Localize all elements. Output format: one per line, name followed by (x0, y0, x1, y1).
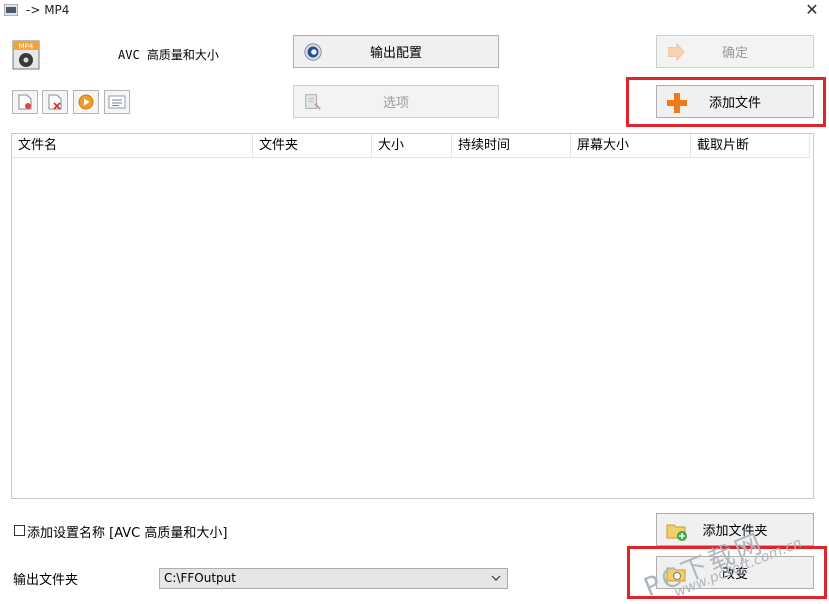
gear-icon (304, 43, 322, 61)
options-button[interactable]: 选项 (293, 85, 499, 118)
clear-button[interactable] (42, 90, 68, 114)
title-bar: -> MP4 ✕ (0, 0, 829, 24)
info-button[interactable] (104, 90, 130, 114)
info-icon (108, 95, 126, 109)
column-header-screen-size[interactable]: 屏幕大小 (571, 134, 691, 158)
ok-button[interactable]: 确定 (656, 35, 814, 68)
column-header-clip[interactable]: 截取片断 (691, 134, 810, 158)
column-header-folder[interactable]: 文件夹 (253, 134, 372, 158)
remove-button[interactable] (12, 90, 38, 114)
ok-label: 确定 (721, 46, 748, 61)
folder-open-icon (666, 567, 686, 582)
options-label: 选项 (382, 96, 409, 111)
output-folder-label: 输出文件夹 (13, 573, 79, 588)
window-title: -> MP4 (26, 3, 70, 17)
output-config-button[interactable]: 输出配置 (293, 35, 499, 68)
add-setting-name-checkbox[interactable] (14, 525, 25, 536)
column-header-filename[interactable]: 文件名 (12, 134, 253, 158)
output-folder-value: C:\FFOutput (164, 571, 236, 585)
chevron-down-icon (491, 575, 501, 581)
column-header-size[interactable]: 大小 (372, 134, 452, 158)
play-button[interactable] (73, 90, 99, 114)
svg-text:MP4: MP4 (19, 43, 34, 51)
add-file-label: 添加文件 (708, 96, 761, 111)
add-folder-button[interactable]: 添加文件夹 (656, 513, 814, 546)
output-folder-select[interactable]: C:\FFOutput (159, 568, 508, 589)
app-icon (4, 4, 18, 16)
arrow-right-icon (668, 42, 685, 62)
change-label: 改变 (721, 567, 748, 582)
profile-label: AVC 高质量和大小 (118, 48, 219, 62)
output-config-label: 输出配置 (369, 46, 422, 61)
add-setting-name-label: 添加设置名称 [AVC 高质量和大小] (27, 526, 228, 541)
remove-icon (18, 94, 32, 110)
clear-icon (48, 94, 62, 110)
play-icon (78, 94, 94, 110)
column-header-duration[interactable]: 持续时间 (452, 134, 571, 158)
change-button[interactable]: 改变 (656, 556, 814, 589)
file-list[interactable]: 文件名 文件夹 大小 持续时间 屏幕大小 截取片断 (11, 133, 814, 499)
add-folder-label: 添加文件夹 (702, 524, 768, 539)
options-icon (305, 94, 321, 110)
mp4-file-icon: MP4 (12, 40, 40, 70)
plus-icon (667, 93, 687, 113)
folder-add-icon (666, 524, 687, 541)
add-file-button[interactable]: 添加文件 (656, 85, 814, 118)
close-button[interactable]: ✕ (805, 1, 819, 19)
